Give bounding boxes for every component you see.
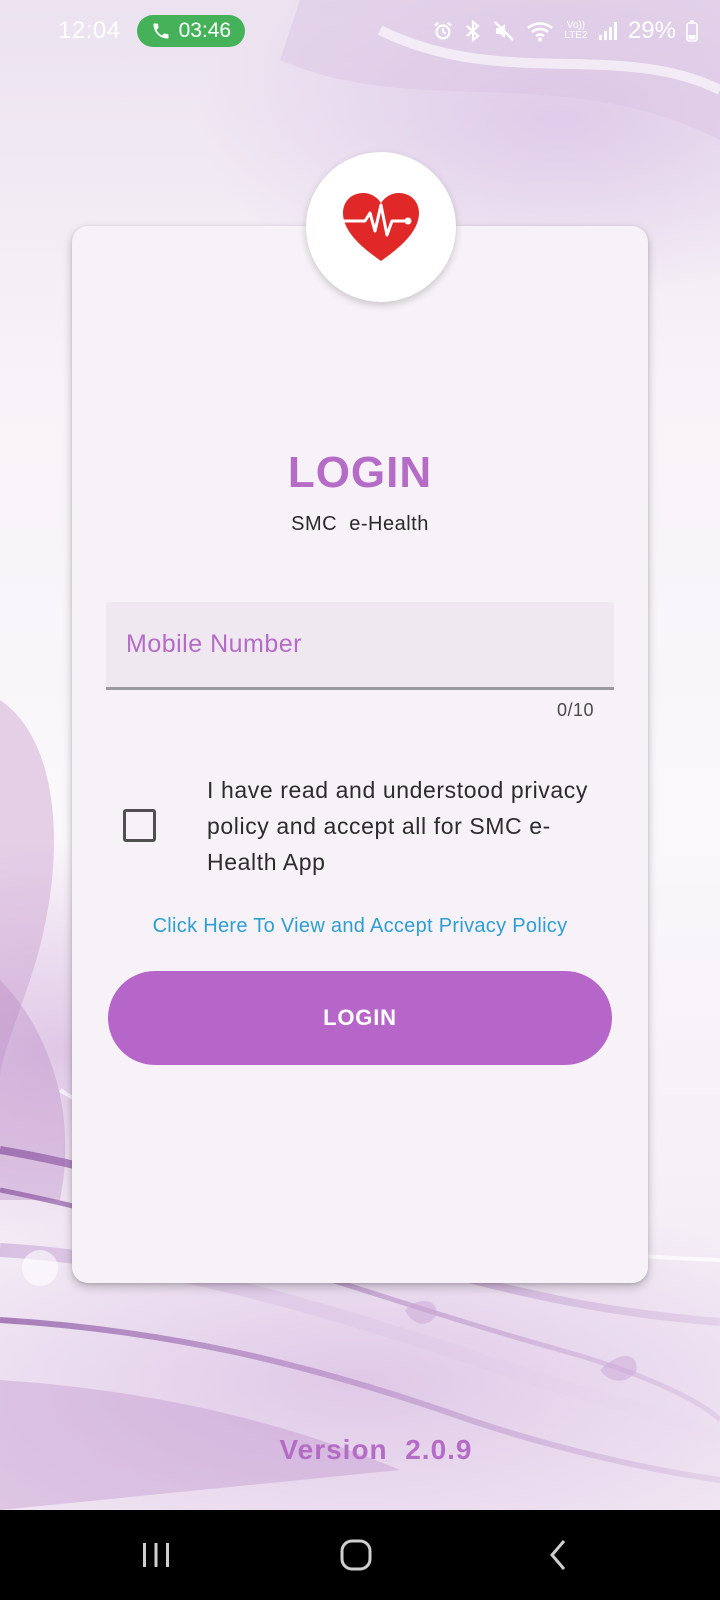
privacy-consent-checkbox[interactable] — [123, 809, 156, 842]
wifi-icon — [527, 22, 553, 42]
mute-icon — [494, 21, 514, 41]
phone-icon — [153, 23, 169, 39]
system-navigation-bar — [0, 1510, 720, 1600]
call-duration: 03:46 — [178, 19, 232, 42]
heart-pulse-icon — [343, 193, 419, 261]
character-counter: 0/10 — [556, 700, 594, 720]
alarm-icon — [434, 21, 452, 40]
network-label: Vo)) LTE2 — [564, 20, 588, 41]
home-icon — [340, 1539, 372, 1571]
back-icon — [550, 1540, 566, 1570]
app-subtitle: SMC e-Health — [291, 513, 429, 535]
mobile-number-input[interactable] — [106, 602, 614, 687]
battery-percent: 29% — [627, 17, 676, 44]
back-button[interactable] — [528, 1532, 588, 1578]
login-card — [72, 226, 648, 1283]
privacy-consent-text: I have read and understood privacy polic… — [207, 777, 588, 875]
privacy-policy-link[interactable]: Click Here To View and Accept Privacy Po… — [0, 915, 720, 938]
status-time: 12:04 — [58, 17, 121, 44]
recent-apps-icon — [143, 1543, 169, 1567]
login-button[interactable]: LOGIN — [108, 971, 612, 1065]
home-button[interactable] — [326, 1532, 386, 1578]
bluetooth-icon — [466, 19, 480, 43]
status-bar: 12:04 03:46 Vo)) LTE2 29% — [0, 0, 720, 62]
status-icons: Vo)) LTE2 29% — [432, 17, 698, 45]
app-logo — [306, 152, 456, 302]
login-title: LOGIN — [287, 448, 433, 497]
battery-icon — [686, 20, 698, 42]
recent-apps-button[interactable] — [126, 1532, 186, 1578]
mobile-number-field[interactable] — [106, 602, 614, 690]
signal-icon — [598, 22, 617, 40]
ongoing-call-pill[interactable]: 03:46 — [136, 15, 246, 47]
app-version: Version 2.0.9 — [279, 1434, 473, 1465]
